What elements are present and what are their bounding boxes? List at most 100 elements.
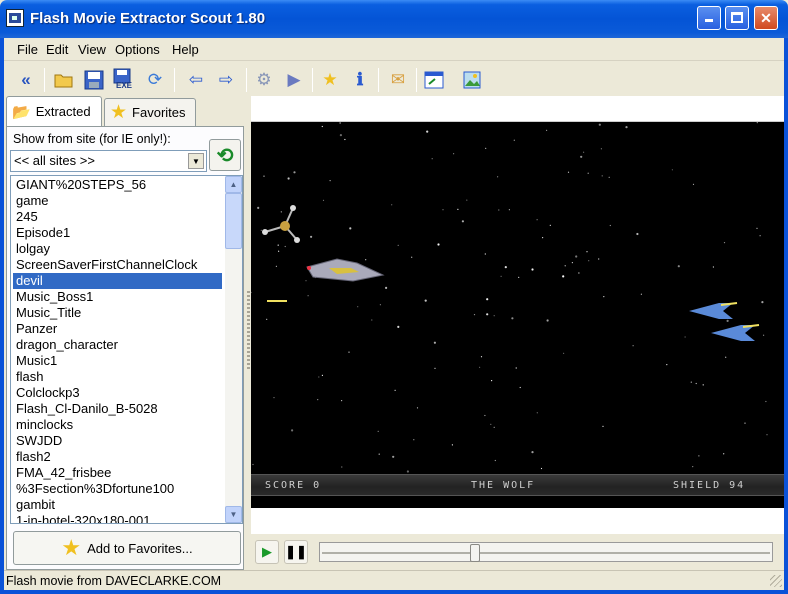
minimize-button[interactable] [697, 6, 721, 30]
save-exe-icon[interactable]: EXE [112, 68, 136, 92]
refresh-icon: ⟲ [216, 144, 234, 167]
favorite-star-icon[interactable]: ★ [318, 68, 342, 92]
rewind-icon[interactable]: « [14, 68, 38, 92]
game-sprites [262, 205, 760, 341]
maximize-button[interactable] [725, 6, 749, 30]
tab-favorites-label: Favorites [132, 105, 186, 120]
convert-icon[interactable]: ⟳ [143, 68, 167, 92]
folder-icon: 📂 [12, 103, 31, 121]
enemy-ship-sprite [711, 324, 760, 341]
add-to-favorites-button[interactable]: ★ Add to Favorites... [13, 531, 241, 565]
list-item[interactable]: 245 [13, 209, 222, 225]
list-item[interactable]: Episode1 [13, 225, 222, 241]
save-icon[interactable] [82, 68, 106, 92]
site-filter-label: Show from site (for IE only!): [13, 132, 171, 146]
list-item[interactable]: Panzer [13, 321, 222, 337]
pause-button[interactable]: ❚❚ [284, 540, 308, 564]
list-item[interactable]: dragon_character [13, 337, 222, 353]
game-score: SCORE 0 [265, 480, 322, 491]
maximize-icon [731, 12, 743, 23]
seek-thumb[interactable] [470, 544, 480, 562]
splitter-grip[interactable] [247, 291, 250, 371]
toolbar-separator [378, 68, 379, 92]
list-item[interactable]: SWJDD [13, 433, 222, 449]
toolbar-separator [312, 68, 313, 92]
left-panel: 📂 Extracted ★ Favorites Show from site (… [4, 96, 246, 570]
back-arrow-icon[interactable]: ⇦ [184, 68, 208, 92]
list-item[interactable]: Music_Boss1 [13, 289, 222, 305]
refresh-gear-icon[interactable]: ⚙ [252, 68, 276, 92]
pause-icon: ❚❚ [285, 544, 307, 559]
forward-arrow-icon[interactable]: ⇨ [214, 68, 238, 92]
toolbar-separator [246, 68, 247, 92]
list-item[interactable]: flash [13, 369, 222, 385]
toolbar-separator [416, 68, 417, 92]
list-item[interactable]: 1-in-hotel-320x180-001 [13, 513, 222, 523]
add-to-favorites-label: Add to Favorites... [87, 540, 193, 556]
window-frame-bottom [0, 590, 788, 594]
tab-extracted[interactable]: 📂 Extracted [6, 96, 102, 126]
close-button[interactable]: ✕ [754, 6, 778, 30]
scroll-down-button[interactable]: ▼ [225, 506, 242, 523]
player-top-margin [251, 96, 784, 122]
list-item[interactable]: flash2 [13, 449, 222, 465]
site-filter-value: << all sites >> [14, 153, 95, 168]
flash-movie-preview[interactable]: SCORE 0 THE WOLF SHIELD 94 [251, 122, 784, 508]
toolbar-separator [44, 68, 45, 92]
scroll-up-button[interactable]: ▲ [225, 176, 242, 193]
playback-controls: ▶ ❚❚ [251, 534, 784, 570]
menu-view[interactable]: View [78, 42, 106, 57]
status-bar: Flash movie from DAVECLARKE.COM [4, 570, 784, 590]
scrollbar-thumb[interactable] [225, 193, 242, 249]
seek-groove [322, 552, 770, 554]
window-icon[interactable] [422, 68, 446, 92]
open-folder-icon[interactable] [52, 68, 76, 92]
site-filter-dropdown[interactable]: << all sites >> ▼ [10, 150, 207, 172]
extracted-tab-panel: Show from site (for IE only!): << all si… [6, 126, 244, 570]
resize-grip[interactable] [770, 575, 782, 587]
title-bar[interactable]: Flash Movie Extractor Scout 1.80 ✕ [0, 0, 788, 38]
menu-edit[interactable]: Edit [46, 42, 68, 57]
seek-slider[interactable] [319, 542, 773, 562]
email-icon[interactable]: ✉ [386, 68, 410, 92]
list-item[interactable]: Flash_Cl-Danilo_B-5028 [13, 401, 222, 417]
list-item[interactable]: devil [13, 273, 222, 289]
info-icon[interactable]: ℹ [348, 68, 372, 92]
star-icon: ★ [110, 102, 128, 123]
list-item[interactable]: gambit [13, 497, 222, 513]
list-item[interactable]: GIANT%20STEPS_56 [13, 177, 222, 193]
status-text: Flash movie from DAVECLARKE.COM [6, 574, 222, 588]
toolbar-separator [174, 68, 175, 92]
list-item[interactable]: Music1 [13, 353, 222, 369]
vertical-scrollbar[interactable]: ▲ ▼ [225, 176, 242, 523]
game-hud: SCORE 0 THE WOLF SHIELD 94 [251, 474, 784, 496]
list-item[interactable]: Colclockp3 [13, 385, 222, 401]
star-icon: ★ [61, 535, 82, 560]
toolbar: « EXE ⟳ ⇦ ⇨ ⚙ ▶ ★ ℹ ✉ [4, 62, 784, 96]
window-title: Flash Movie Extractor Scout 1.80 [30, 10, 266, 27]
list-item[interactable]: FMA_42_frisbee [13, 465, 222, 481]
export-icon[interactable]: ▶ [282, 68, 306, 92]
tab-favorites[interactable]: ★ Favorites [104, 98, 196, 126]
menu-bar: File Edit View Options Help [4, 38, 784, 61]
window-frame-right [784, 38, 788, 594]
list-item[interactable]: lolgay [13, 241, 222, 257]
movie-list[interactable]: GIANT%20STEPS_56 game 245 Episode1 lolgay Scr… [10, 175, 243, 524]
list-item[interactable]: Music_Title [13, 305, 222, 321]
list-item[interactable]: %3Fsection%3Dfortune100 [13, 481, 222, 497]
chevron-down-icon[interactable]: ▼ [188, 153, 204, 169]
app-icon[interactable] [6, 9, 24, 27]
close-icon: ✕ [760, 10, 772, 26]
menu-options[interactable]: Options [115, 42, 160, 57]
menu-help[interactable]: Help [172, 42, 199, 57]
list-item[interactable]: game [13, 193, 222, 209]
play-button[interactable]: ▶ [255, 540, 279, 564]
game-title: THE WOLF [471, 480, 536, 491]
list-item[interactable]: minclocks [13, 417, 222, 433]
menu-file[interactable]: File [17, 42, 38, 57]
satellite-sprite [262, 205, 300, 243]
image-icon[interactable] [460, 68, 484, 92]
list-item[interactable]: ScreenSaverFirstChannelClock [13, 257, 222, 273]
refresh-button[interactable]: ⟲ [209, 139, 241, 171]
player-ship-sprite [306, 258, 385, 282]
